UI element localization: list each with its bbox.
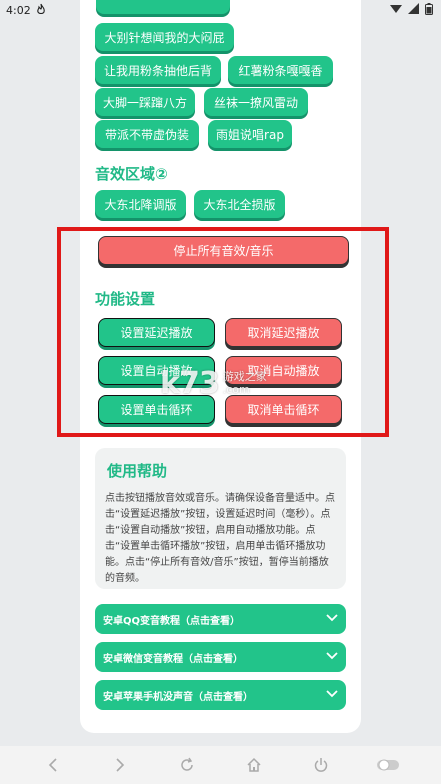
sound-button-partial[interactable] [96,0,230,14]
help-text: 点击按钮播放音效或音乐。请确保设备音量适中。点击“设置延迟播放”按钮，设置延迟时… [105,493,335,584]
sound-button[interactable]: 让我用粉条抽他后背 [95,56,221,84]
chevron-down-icon [326,651,338,663]
sound-button[interactable]: 红薯粉条嘎嘎香 [228,56,333,84]
help-title: 使用帮助 [107,462,168,480]
signal-icon [408,3,419,17]
sound-button[interactable]: 丝袜一撩风雷动 [204,88,308,116]
back-icon[interactable] [41,753,65,777]
accordion-label: 安卓QQ变音教程（点击查看） [103,615,241,627]
battery-icon [425,2,433,18]
wifi-icon [390,3,402,17]
section-title-function-settings: 功能设置 [95,290,156,308]
set-delay-button[interactable]: 设置延迟播放 [98,318,215,347]
sound-button[interactable]: 大别针想闻我的大闷屁 [95,23,234,51]
cancel-auto-button[interactable]: 取消自动播放 [225,356,342,385]
section-title-sound-zone-2: 音效区域② [95,165,168,183]
accordion-no-sound[interactable]: 安卓苹果手机没声音（点击查看） [95,680,346,710]
cancel-delay-button[interactable]: 取消延迟播放 [225,318,342,347]
accordion-qq-tutorial[interactable]: 安卓QQ变音教程（点击查看） [95,604,346,634]
flame-icon [35,3,47,18]
refresh-icon[interactable] [175,753,199,777]
status-time: 4:02 [6,3,31,17]
power-icon[interactable] [309,753,333,777]
forward-icon[interactable] [108,753,132,777]
set-auto-button[interactable]: 设置自动播放 [98,356,215,385]
accordion-label: 安卓微信变音教程（点击查看） [103,653,243,665]
help-box: 使用帮助 点击按钮播放音效或音乐。请确保设备音量适中。点击“设置延迟播放”按钮，… [95,448,346,589]
chevron-down-icon [326,689,338,701]
stop-all-button[interactable]: 停止所有音效/音乐 [98,236,349,265]
sound-button[interactable]: 大脚一踩蹿八方 [95,88,195,116]
accordion-label: 安卓苹果手机没声音（点击查看） [103,691,253,703]
sound-button[interactable]: 大东北全损版 [194,190,285,218]
chevron-down-icon [326,613,338,625]
accordion-wechat-tutorial[interactable]: 安卓微信变音教程（点击查看） [95,642,346,672]
sound-button[interactable]: 大东北降调版 [95,190,186,218]
toggle-icon[interactable] [376,753,400,777]
set-loop-button[interactable]: 设置单击循环 [98,395,215,424]
bottom-nav-bar [0,746,441,784]
sound-button[interactable]: 雨姐说唱rap [208,120,292,148]
home-icon[interactable] [242,753,266,777]
cancel-loop-button[interactable]: 取消单击循环 [225,395,342,424]
sound-button[interactable]: 带派不带虚伪装 [95,120,199,148]
